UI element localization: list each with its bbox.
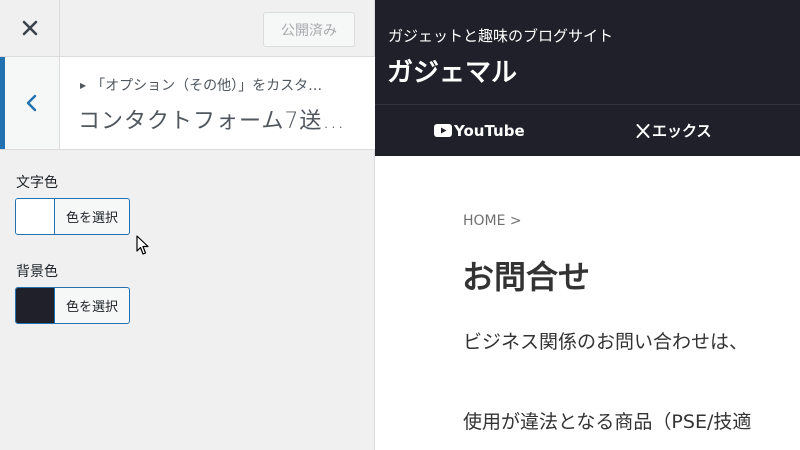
paragraph: ビジネス関係のお問い合わせは、: [463, 331, 749, 353]
background-color-select-label: 色を選択: [65, 300, 118, 315]
text-color-picker-button[interactable]: 色を選択: [15, 198, 130, 235]
site-navigation: YouTube エックス: [375, 104, 800, 156]
section-header: ▶ 「オプション（その他）」をカスタ… コンタクトフォーム7送…: [0, 57, 375, 150]
background-color-picker-button[interactable]: 色を選択: [15, 287, 130, 324]
section-title: コンタクトフォーム7送…: [78, 109, 346, 134]
background-color-label: 背景色: [16, 264, 58, 280]
chevron-left-icon: [26, 94, 37, 112]
x-logo-icon: [636, 123, 650, 138]
site-preview: ガジェットと趣味のブログサイト ガジェマル YouTube エックス HOME …: [375, 0, 800, 450]
close-button[interactable]: [0, 0, 60, 56]
background-color-swatch: [16, 288, 55, 323]
close-icon: [22, 20, 37, 36]
site-tagline: ガジェットと趣味のブログサイト: [388, 27, 614, 45]
paragraph: 使用が違法となる商品（PSE/技適: [463, 411, 752, 433]
text-color-select-label: 色を選択: [65, 211, 118, 226]
publish-button[interactable]: 公開済み: [263, 12, 355, 47]
triangle-right-icon: ▶: [80, 80, 87, 90]
back-button[interactable]: [0, 57, 60, 149]
text-color-label: 文字色: [16, 175, 58, 191]
section-breadcrumb-text: 「オプション（その他）」をカスタ…: [91, 78, 323, 94]
youtube-icon: [434, 124, 452, 137]
page-title: お問合せ: [462, 258, 591, 296]
nav-item-x-label: エックス: [652, 122, 712, 140]
mouse-pointer-icon: [136, 235, 149, 255]
nav-item-youtube-label: YouTube: [454, 121, 525, 140]
breadcrumb[interactable]: HOME >: [463, 213, 522, 229]
site-header: ガジェットと趣味のブログサイト ガジェマル: [375, 0, 800, 104]
nav-item-youtube[interactable]: YouTube: [434, 105, 525, 156]
text-color-swatch: [16, 199, 55, 234]
nav-item-x[interactable]: エックス: [636, 105, 712, 156]
section-breadcrumb: ▶ 「オプション（その他）」をカスタ…: [80, 75, 365, 95]
customizer-topbar: 公開済み: [0, 0, 375, 57]
site-title[interactable]: ガジェマル: [387, 52, 517, 89]
customizer-panel: 公開済み ▶ 「オプション（その他）」をカスタ… コンタクトフォーム7送… 文字色…: [0, 0, 375, 450]
